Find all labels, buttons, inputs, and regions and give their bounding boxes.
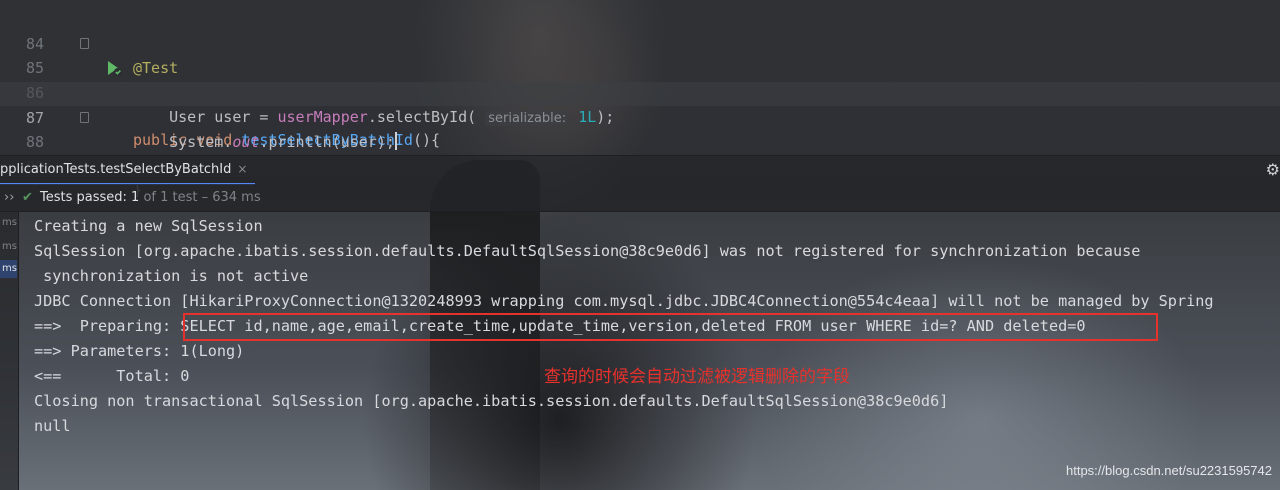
- tests-passed-detail: of 1 test – 634 ms: [139, 190, 261, 205]
- code-line[interactable]: 88 }: [0, 106, 1280, 199]
- console-line: synchronization is not active: [34, 267, 309, 285]
- console-line: Creating a new SqlSession: [34, 217, 263, 235]
- close-icon[interactable]: ×: [237, 162, 247, 176]
- test-status-bar: ›› ✔ Tests passed: 1 of 1 test – 634 ms: [0, 184, 1280, 212]
- code-line-current[interactable]: 87 System.out.println(user);: [0, 82, 1280, 151]
- code-editor[interactable]: 84 @Test 85 public void testSelectByBatc…: [0, 0, 1280, 199]
- test-tree-duration[interactable]: ms: [0, 238, 17, 256]
- code-line[interactable]: 85 public void testSelectByBatchId(){: [0, 32, 1280, 149]
- test-tree-duration[interactable]: ms: [0, 214, 17, 232]
- expand-chevron-icon[interactable]: ››: [4, 184, 14, 211]
- run-tab-label: pplicationTests.testSelectByBatchId: [0, 162, 232, 177]
- console-line: null: [34, 417, 71, 435]
- run-tab[interactable]: pplicationTests.testSelectByBatchId ×: [0, 156, 256, 185]
- fold-marker-icon[interactable]: [80, 112, 89, 123]
- annotation-text: 查询的时候会自动过滤被逻辑删除的字段: [544, 367, 850, 387]
- code-line[interactable]: 86 User user = userMapper.selectById( se…: [0, 57, 1280, 126]
- console-line: <== Total: 0: [34, 367, 190, 385]
- code-line[interactable]: 84 @Test: [0, 8, 1280, 77]
- check-icon: ✔: [22, 190, 33, 205]
- sql-highlight-box: [183, 313, 1158, 341]
- gear-icon[interactable]: ⚙: [1266, 160, 1280, 179]
- fold-marker-icon[interactable]: [80, 38, 89, 49]
- console-line: JDBC Connection [HikariProxyConnection@1…: [34, 292, 1214, 310]
- test-tree-column[interactable]: ms ms ms: [0, 212, 19, 490]
- console-line: SqlSession [org.apache.ibatis.session.de…: [34, 242, 1141, 260]
- tests-passed-text: Tests passed: 1 of 1 test – 634 ms: [40, 184, 261, 211]
- test-tree-duration-selected[interactable]: ms: [0, 260, 17, 278]
- code-line[interactable]: 89: [0, 131, 1280, 176]
- run-test-icon[interactable]: [50, 34, 123, 76]
- tests-passed-label: Tests passed: 1: [40, 190, 140, 205]
- run-tool-window-header: pplicationTests.testSelectByBatchId × ⚙: [0, 155, 1280, 185]
- watermark: https://blog.csdn.net/su2231595742: [1066, 463, 1272, 478]
- console-line: Closing non transactional SqlSession [or…: [34, 392, 949, 410]
- console-line: ==> Parameters: 1(Long): [34, 342, 245, 360]
